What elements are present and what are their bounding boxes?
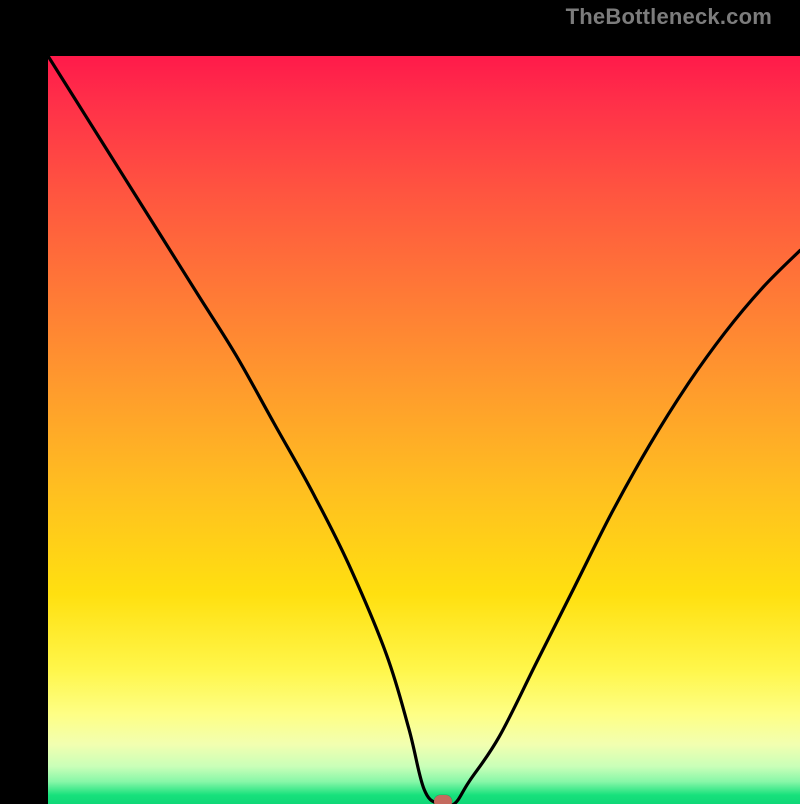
chart-frame bbox=[0, 0, 800, 800]
attribution-text: TheBottleneck.com bbox=[566, 4, 772, 30]
plot-area bbox=[48, 56, 800, 804]
bottleneck-curve bbox=[48, 56, 800, 804]
